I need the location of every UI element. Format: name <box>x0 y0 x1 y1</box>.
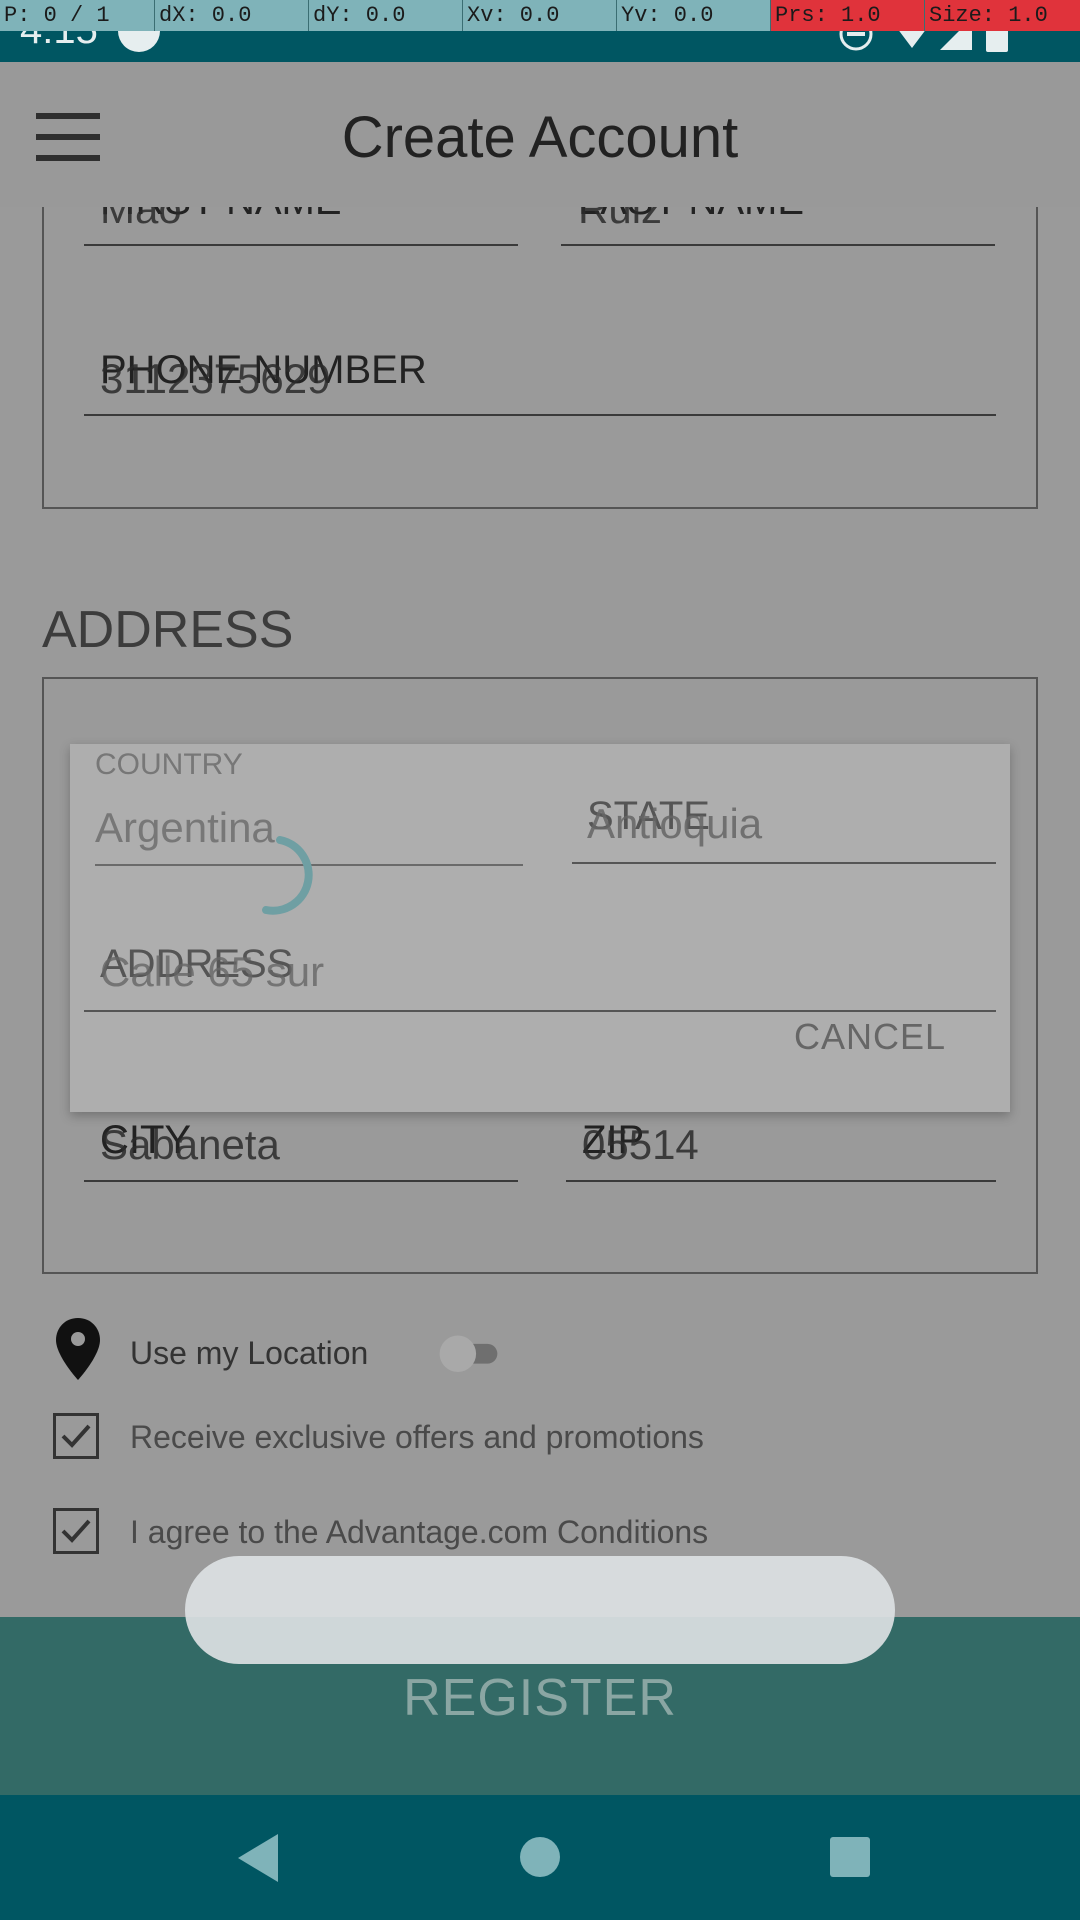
checkmark-icon <box>61 1519 91 1543</box>
location-pin-icon <box>56 1318 100 1380</box>
register-button[interactable]: REGISTER <box>0 1668 1080 1728</box>
first-name-input[interactable]: Mao <box>100 207 182 233</box>
back-icon[interactable] <box>238 1834 278 1882</box>
toast-message <box>185 1556 895 1664</box>
use-location-toggle[interactable] <box>430 1334 510 1372</box>
state-value[interactable]: Antioquia <box>587 800 762 848</box>
recents-icon[interactable] <box>830 1837 870 1877</box>
address-heading: ADDRESS <box>42 601 294 659</box>
cancel-button[interactable]: CANCEL <box>794 1016 946 1058</box>
phone-number-underline <box>84 414 996 416</box>
loading-dialog: COUNTRY Argentina STATE Antioquia ADDRES… <box>70 744 1010 1112</box>
checkmark-icon <box>61 1424 91 1448</box>
pointer-location-overlay: P: 0 / 1 dX: 0.0 dY: 0.0 Xv: 0.0 Yv: 0.0… <box>0 0 1080 31</box>
city-underline <box>84 1180 518 1182</box>
home-icon[interactable] <box>520 1837 560 1877</box>
last-name-input[interactable]: Ruiz <box>578 207 662 233</box>
zip-underline <box>566 1180 996 1182</box>
last-name-underline <box>561 244 995 246</box>
pointer-count: P: 0 / 1 <box>4 3 110 28</box>
conditions-label: I agree to the Advantage.com Conditions <box>130 1514 709 1550</box>
offers-label: Receive exclusive offers and promotions <box>130 1419 704 1455</box>
page-title: Create Account <box>341 105 739 170</box>
country-label: COUNTRY <box>95 748 243 781</box>
city-input[interactable]: Sabaneta <box>100 1121 280 1169</box>
offers-checkbox[interactable] <box>53 1413 99 1459</box>
use-location-label: Use my Location <box>130 1335 369 1371</box>
first-name-underline <box>84 244 518 246</box>
pointer-size: Size: 1.0 <box>924 0 1080 31</box>
pointer-xv: Xv: 0.0 <box>462 0 616 31</box>
pointer-yv: Yv: 0.0 <box>616 0 770 31</box>
phone-number-input[interactable]: 3112375629 <box>100 355 330 403</box>
pointer-dy: dY: 0.0 <box>308 0 462 31</box>
pointer-dx: dX: 0.0 <box>154 0 308 31</box>
loading-spinner-icon <box>262 836 313 915</box>
address-underline <box>84 1010 996 1012</box>
state-underline <box>572 862 996 864</box>
pointer-pressure: Prs: 1.0 <box>770 0 924 31</box>
address-value[interactable]: Calle 65 sur <box>100 948 324 996</box>
conditions-checkbox[interactable] <box>53 1508 99 1554</box>
zip-input[interactable]: 05514 <box>582 1121 699 1169</box>
